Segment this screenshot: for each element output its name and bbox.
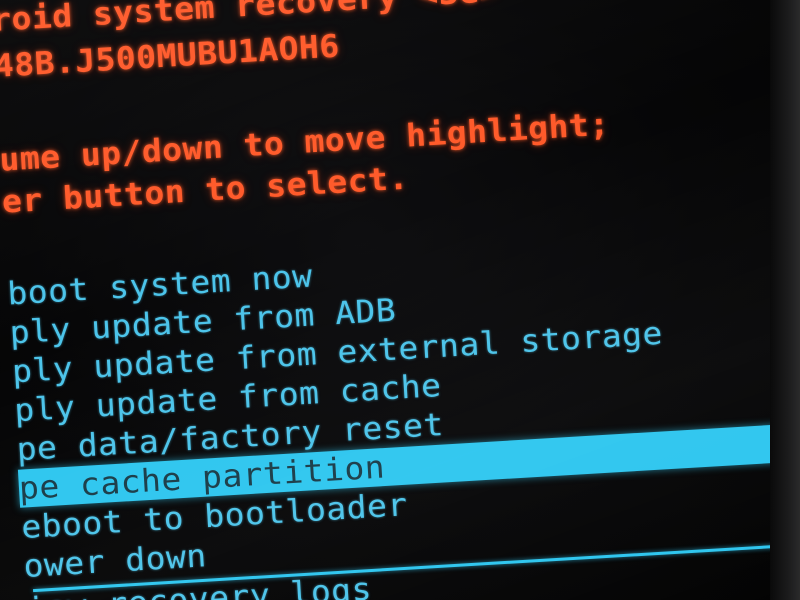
recovery-console: roid system recovery <3e> 48B.J500MUBU1A…	[0, 0, 800, 600]
device-bezel	[770, 0, 800, 600]
recovery-screen: roid system recovery <3e> 48B.J500MUBU1A…	[0, 0, 800, 600]
